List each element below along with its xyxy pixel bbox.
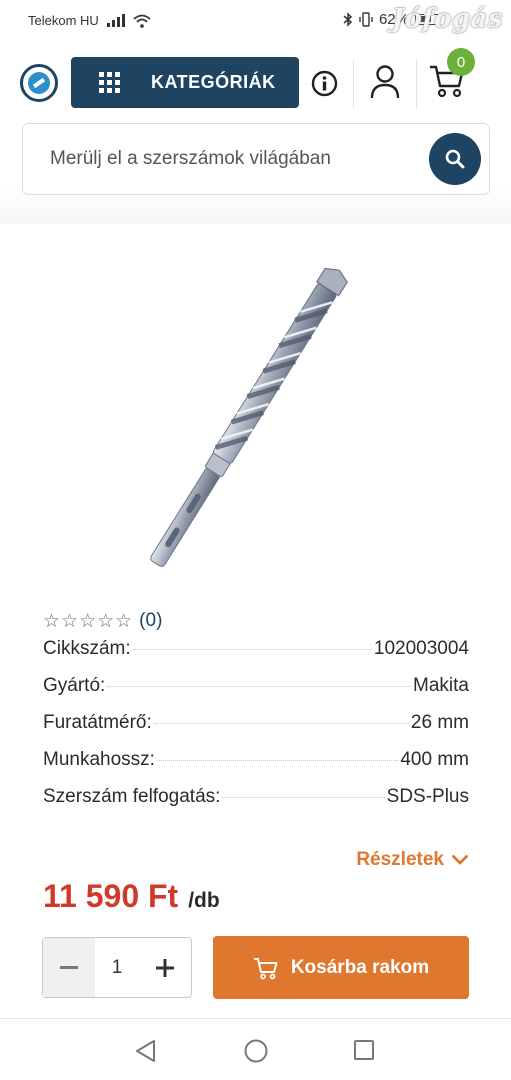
spec-row: Cikkszám: 102003004	[43, 638, 469, 675]
spec-value: 102003004	[373, 638, 469, 659]
spec-label: Furatátmérő:	[43, 712, 152, 733]
spec-leader	[222, 797, 385, 798]
cart-count-badge: 0	[447, 48, 475, 76]
minus-icon	[60, 965, 78, 969]
product-rating: ☆☆☆☆☆ (0)	[43, 610, 162, 632]
back-icon[interactable]	[134, 1039, 158, 1063]
price-unit: /db	[188, 889, 220, 912]
spec-row: Munkahossz: 400 mm	[43, 749, 469, 786]
rating-stars: ☆☆☆☆☆	[43, 610, 134, 632]
search-icon	[445, 149, 465, 169]
add-to-cart-label: Kosárba rakom	[290, 956, 430, 978]
spec-leader	[132, 649, 372, 650]
spec-row: Gyártó: Makita	[43, 675, 469, 712]
plus-icon	[156, 958, 174, 977]
details-label: Részletek	[356, 849, 444, 870]
search-input[interactable]	[50, 144, 410, 174]
spec-row: Szerszám felfogatás: SDS-Plus	[43, 786, 469, 823]
categories-label: KATEGÓRIÁK	[151, 72, 276, 92]
spec-value: 26 mm	[410, 712, 469, 733]
drill-bit-image	[150, 267, 348, 567]
spec-leader	[153, 723, 409, 724]
watermark-logo: Jófogás	[391, 4, 503, 34]
add-to-cart-button[interactable]: Kosárba rakom	[213, 936, 469, 999]
quantity-stepper	[42, 937, 192, 998]
header-divider	[353, 60, 354, 108]
chevron-down-icon	[452, 855, 468, 865]
user-icon[interactable]	[369, 64, 401, 100]
spec-label: Munkahossz:	[43, 749, 155, 770]
spec-label: Gyártó:	[43, 675, 106, 696]
price-block: 11 590 Ft /db	[43, 878, 220, 915]
info-icon[interactable]	[311, 70, 338, 97]
quantity-input[interactable]	[95, 938, 139, 997]
home-icon[interactable]	[243, 1038, 269, 1064]
vibrate-icon	[359, 12, 373, 27]
spec-table: Cikkszám: 102003004 Gyártó: Makita Furat…	[43, 638, 469, 823]
carrier-label: Telekom HU	[28, 13, 99, 28]
bluetooth-icon	[343, 12, 353, 27]
decrease-quantity-button[interactable]	[43, 938, 95, 997]
spec-label: Cikkszám:	[43, 638, 131, 659]
spec-value: SDS-Plus	[386, 786, 469, 807]
search-button[interactable]	[429, 133, 481, 185]
spec-label: Szerszám felfogatás:	[43, 786, 221, 807]
status-bar: Telekom HU 62% Jófogás	[0, 0, 511, 44]
site-logo[interactable]	[20, 64, 58, 102]
header-divider	[416, 60, 417, 108]
spec-leader	[107, 686, 412, 687]
review-count[interactable]: (0)	[139, 610, 162, 632]
search-bar	[22, 123, 490, 195]
spec-value: 400 mm	[400, 749, 469, 770]
grid-icon	[99, 71, 121, 94]
cart-icon	[253, 957, 278, 979]
site-header: KATEGÓRIÁK 0	[0, 44, 511, 224]
signal-icon	[106, 14, 125, 27]
price-value: 11 590 Ft	[43, 878, 179, 914]
spec-row: Furatátmérő: 26 mm	[43, 712, 469, 749]
categories-button[interactable]: KATEGÓRIÁK	[71, 57, 299, 108]
logo-mark-icon	[28, 72, 50, 94]
product-image	[0, 224, 511, 604]
details-link[interactable]: Részletek	[356, 849, 468, 871]
recent-apps-icon[interactable]	[353, 1039, 375, 1061]
system-nav-bar	[0, 1018, 511, 1080]
increase-quantity-button[interactable]	[139, 938, 191, 997]
spec-leader	[156, 760, 399, 761]
wifi-icon	[133, 14, 151, 28]
status-left: Telekom HU	[28, 13, 151, 28]
spec-value: Makita	[413, 675, 469, 696]
